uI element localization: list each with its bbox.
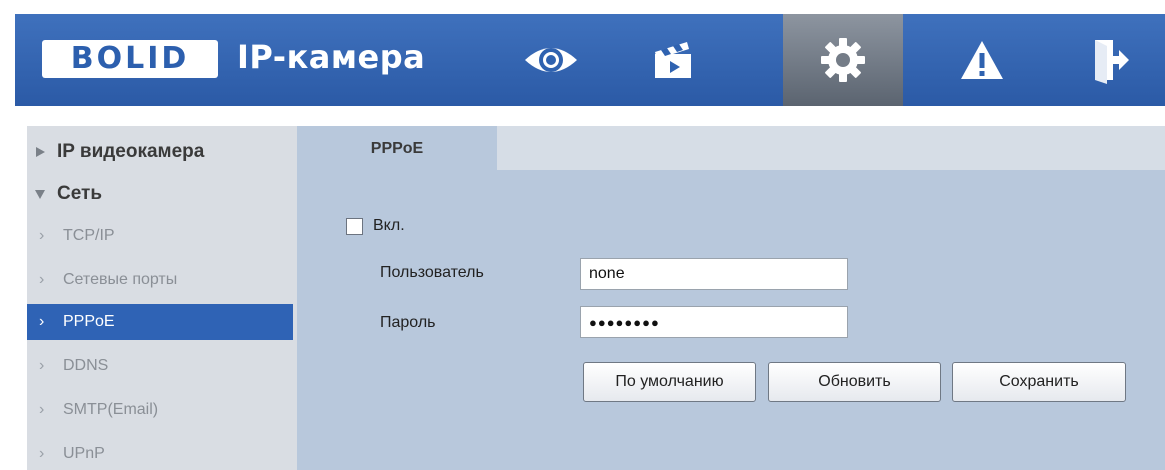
enable-checkbox[interactable] [346,217,363,235]
default-button[interactable]: По умолчанию [583,362,756,402]
save-button[interactable]: Сохранить [952,362,1126,402]
chevron-right-icon: › [39,401,45,418]
sidebar: IP видеокамера Сеть › TCP/IP › Сетевые п… [27,126,297,470]
sidebar-item-label: UPnP [63,445,105,462]
sidebar-item-label: PPPoE [63,313,115,330]
sidebar-item-label: DDNS [63,357,109,374]
nav-live-button[interactable] [491,14,611,106]
nav-logout-button[interactable] [1051,14,1165,106]
nav-playback-button[interactable] [613,14,733,106]
header-bar: BOLID IP-камера [15,14,1165,106]
logout-icon [1095,40,1129,84]
sidebar-item-network[interactable]: Сеть [27,176,293,212]
sidebar-item-smtp[interactable]: › SMTP(Email) [27,392,293,428]
sidebar-item-ddns[interactable]: › DDNS [27,348,293,384]
settings-panel: PPPoE Вкл. Пользователь Пароль По умолча… [297,126,1165,470]
sidebar-item-network-ports[interactable]: › Сетевые порты [27,262,293,298]
chevron-right-icon: › [39,227,45,244]
logo-text: BOLID [70,41,190,76]
nav-settings-button[interactable] [783,14,903,106]
sidebar-item-upnp[interactable]: › UPnP [27,436,293,470]
enable-label: Вкл. [373,217,405,234]
triangle-right-icon [36,147,45,157]
sidebar-item-label: SMTP(Email) [63,401,159,418]
password-input[interactable] [580,306,848,338]
warning-icon [961,41,1003,79]
sidebar-item-label: Сетевые порты [63,271,178,288]
sidebar-item-label: TCP/IP [63,227,115,244]
chevron-right-icon: › [39,357,45,374]
chevron-right-icon: › [39,445,45,462]
user-label: Пользователь [380,264,484,281]
sidebar-item-label: IP видеокамера [57,141,205,162]
nav-alarm-button[interactable] [922,14,1042,106]
chevron-right-icon: › [39,271,45,288]
sidebar-item-tcpip[interactable]: › TCP/IP [27,218,293,254]
tab-pppoe[interactable]: PPPoE [297,126,497,172]
gear-icon [821,38,865,82]
password-label: Пароль [380,314,436,331]
app-title: IP-камера [237,38,426,76]
refresh-button[interactable]: Обновить [768,362,941,402]
chevron-right-icon: › [39,313,45,330]
tab-strip: PPPoE [297,126,1165,172]
sidebar-item-ip-camera[interactable]: IP видеокамера [27,134,293,170]
user-input[interactable] [580,258,848,290]
clapperboard-icon [655,42,691,78]
bolid-logo: BOLID [42,40,218,78]
eye-icon [525,48,577,72]
enable-row: Вкл. [346,217,405,235]
triangle-down-icon [35,190,45,199]
sidebar-item-label: Сеть [57,183,103,204]
sidebar-item-pppoe[interactable]: › PPPoE [27,304,293,340]
